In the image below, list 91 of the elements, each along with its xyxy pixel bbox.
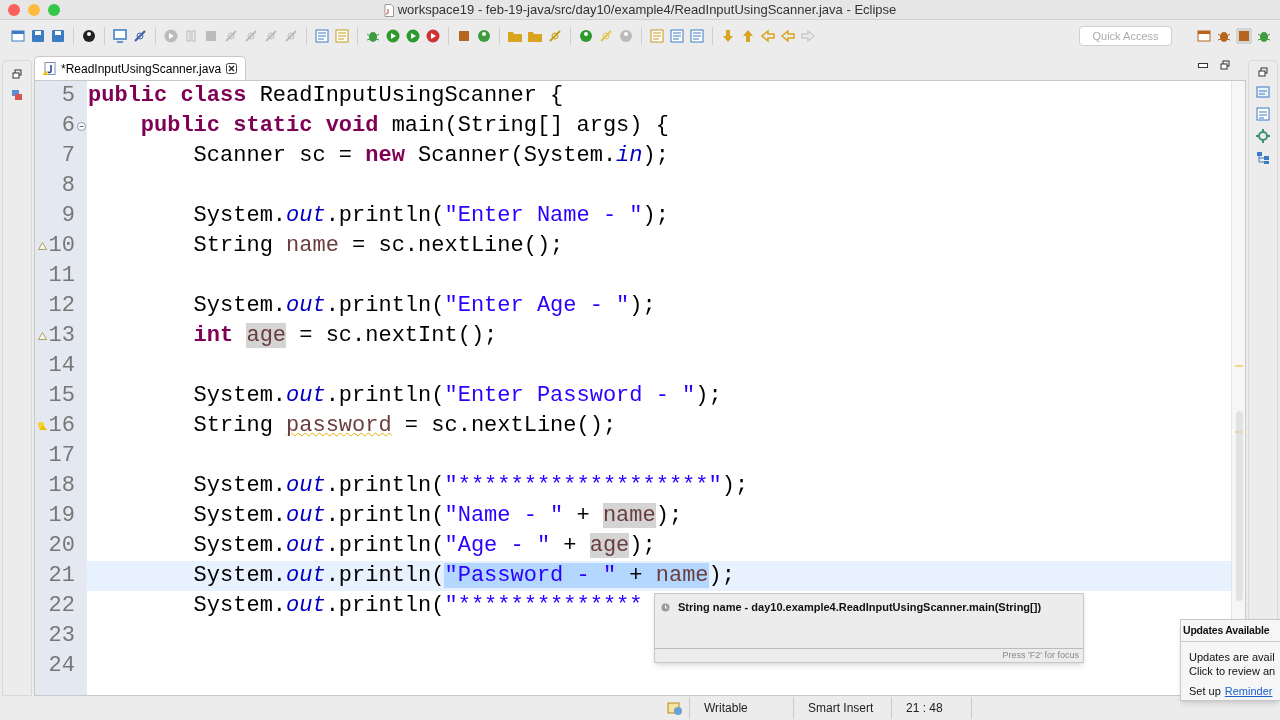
code-line: System.out.println("Enter Age - "); [192,292,656,320]
code-line: public static void main(String[] args) { [139,112,669,140]
line-number: 24 [48,652,75,680]
tooltip-text: String name - day10.example4.ReadInputUsingScanner.main(String[]) [678,599,1042,615]
code-line: System.out.println("Password - " + name); [192,562,735,590]
forward-icon[interactable] [800,28,816,44]
code-line: System.out.println("Enter Password - "); [192,382,722,410]
line-number: 19 [48,502,75,530]
maximize-icon[interactable] [1220,60,1230,70]
code-line: String password = sc.nextLine(); [192,412,617,440]
code-line: int age = sc.nextInt(); [192,322,498,350]
reminder-link[interactable]: Reminder [1224,683,1273,700]
collapse-icon[interactable] [76,121,86,131]
run-tool-icon[interactable] [425,28,441,44]
notification-text: Set up [1189,684,1221,699]
close-button[interactable] [8,3,20,16]
lightbulb-warning-icon[interactable] [36,421,48,431]
line-number: 20 [48,532,75,560]
warning-marker [1235,431,1243,433]
outline-icon[interactable] [1256,85,1270,99]
package-icon[interactable] [11,89,23,101]
line-number: 12 [48,292,75,320]
save-all-icon[interactable] [50,28,66,44]
perspective-icon[interactable] [1196,28,1212,44]
minimize-icon[interactable] [1198,62,1208,68]
line-number: 15 [48,382,75,410]
list-icon[interactable] [1256,107,1270,121]
code-line: public class ReadInputUsingScanner { [88,82,564,110]
line-number: 18 [48,472,75,500]
person-icon[interactable] [81,28,97,44]
code-line: System.out.println("Enter Name - "); [192,202,669,230]
warning-icon [37,332,47,340]
code-line: System.out.println("Name - " + name); [192,502,683,530]
java-file-icon [43,61,56,76]
scrollbar-thumb[interactable] [1236,411,1243,601]
lock-file-icon [665,700,684,716]
line-number: 10 [48,232,75,260]
code-line: Scanner sc = new Scanner(System.in); [192,142,669,170]
notification-text: Updates are avail [1189,650,1276,664]
line-number: 7 [61,142,75,170]
back-edit-icon[interactable] [760,28,776,44]
save-icon[interactable] [30,28,46,44]
zoom-button[interactable] [48,3,60,16]
resume-icon[interactable] [163,28,179,44]
close-icon[interactable] [226,63,238,74]
line-number: 8 [61,172,75,200]
run-config-icon[interactable] [405,28,421,44]
line-number: 17 [48,442,75,470]
new-file-icon[interactable] [10,28,26,44]
line-number: 21 [48,562,75,590]
file-icon [383,3,394,17]
down-arrow-icon[interactable] [720,28,736,44]
status-text: 21 : 48 [906,700,943,717]
code-line: String name = sc.nextLine(); [192,232,564,260]
quick-access-field[interactable]: Quick Access [1079,26,1172,46]
line-number: 14 [48,352,75,380]
warning-marker [1235,365,1243,367]
line-number: 5 [61,82,75,110]
line-number: 6 [61,112,75,140]
tooltip-hint: Press 'F2' for focus [1002,648,1079,662]
line-number: 22 [48,592,75,620]
notification-title: Updates Available [1183,622,1270,638]
local-variable-icon [661,602,670,612]
warning-icon [37,242,47,250]
line-number: 9 [61,202,75,230]
stop-icon[interactable] [203,28,219,44]
line-number: 23 [48,622,75,650]
back-icon[interactable] [780,28,796,44]
line-number: 11 [48,262,75,290]
restore-icon[interactable] [1258,67,1268,77]
gear-icon[interactable] [1256,129,1270,143]
up-arrow-icon[interactable] [740,28,756,44]
tree-icon[interactable] [1256,151,1270,165]
window-title: workspace19 - feb-19-java/src/day10/example4/ReadInputUsingScanner.java - Eclipse [397,1,897,20]
line-number: 16 [48,412,75,440]
code-line: System.out.println("Age - " + age); [192,532,656,560]
pause-icon[interactable] [183,28,199,44]
code-line: System.out.println("************** [192,592,643,620]
document-icon[interactable] [649,28,665,44]
editor-tab[interactable]: *ReadInputUsingScanner.java [34,56,247,80]
page-icon[interactable] [669,28,685,44]
notification-text: Click to review an [1189,664,1277,678]
monitor-icon[interactable] [112,28,128,44]
run-icon[interactable] [385,28,401,44]
restore-icon[interactable] [12,69,22,79]
minimize-button[interactable] [28,3,40,16]
line-number: 13 [48,322,75,350]
code-line: System.out.println("*******************"); [192,472,749,500]
status-text: Smart Insert [808,700,874,717]
status-text: Writable [704,700,748,717]
lines-icon[interactable] [314,28,330,44]
